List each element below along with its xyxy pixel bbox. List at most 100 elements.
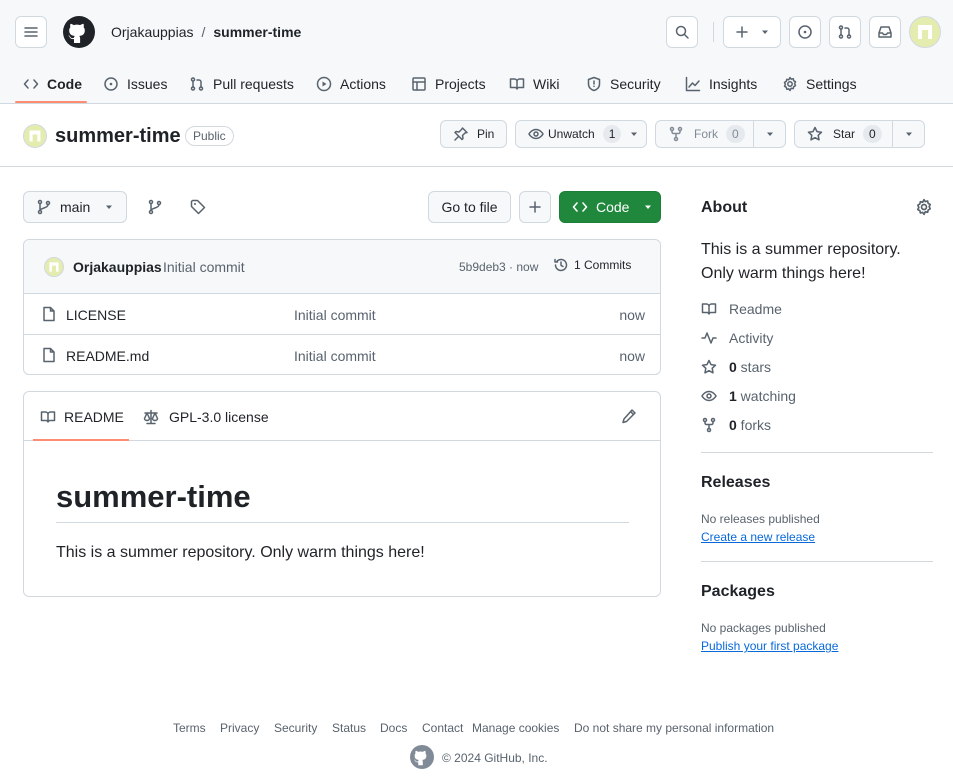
issue-icon — [798, 25, 812, 39]
footer-link-contact[interactable]: Contact — [422, 721, 463, 735]
edit-about-button[interactable] — [915, 198, 935, 218]
app-header: Orjakauppias / summer-time Code Issues P… — [0, 0, 953, 104]
triangle-down-icon — [645, 205, 652, 209]
header-divider — [713, 22, 714, 42]
breadcrumb-repo[interactable]: summer-time — [213, 24, 301, 40]
user-avatar[interactable] — [909, 16, 941, 48]
pin-icon — [454, 127, 468, 141]
graph-icon — [685, 76, 701, 92]
file-name[interactable]: LICENSE — [66, 307, 126, 323]
footer-link-status[interactable]: Status — [332, 721, 366, 735]
repo-owner-avatar[interactable] — [23, 124, 47, 148]
commit-hash-time[interactable]: 5b9deb3 · now — [459, 260, 538, 274]
activity-link[interactable]: Activity — [701, 330, 773, 346]
create-new-button[interactable] — [723, 16, 781, 48]
add-file-button[interactable] — [519, 191, 551, 223]
star-button[interactable]: Star 0 — [795, 121, 893, 147]
repo-forked-icon — [702, 417, 716, 433]
edit-readme-button[interactable] — [621, 408, 639, 426]
footer-link-docs[interactable]: Docs — [380, 721, 407, 735]
tab-actions-label: Actions — [340, 76, 386, 92]
tab-license[interactable]: GPL-3.0 license — [143, 409, 269, 425]
inbox-button[interactable] — [869, 16, 901, 48]
releases-heading[interactable]: Releases — [701, 474, 770, 492]
star-icon — [807, 126, 823, 141]
identicon-icon — [918, 25, 932, 39]
triangle-down-icon — [762, 30, 768, 34]
stars-count: 0 — [729, 359, 737, 375]
branches-link[interactable] — [143, 195, 167, 219]
github-logo[interactable] — [63, 16, 95, 48]
footer-link-do-not-share[interactable]: Do not share my personal information — [574, 721, 774, 735]
star-dropdown[interactable] — [893, 129, 924, 139]
search-icon — [675, 25, 689, 39]
star-button-group: Star 0 — [794, 120, 925, 148]
footer-link-privacy[interactable]: Privacy — [220, 721, 259, 735]
packages-note: No packages published — [701, 621, 826, 635]
pull-requests-shortcut-button[interactable] — [829, 16, 861, 48]
tab-security[interactable]: Security — [586, 64, 661, 104]
tab-pull-requests[interactable]: Pull requests — [189, 64, 294, 104]
watching-count: 1 — [729, 388, 737, 404]
go-to-file-button[interactable]: Go to file — [428, 191, 511, 223]
commit-author[interactable]: Orjakauppias — [73, 259, 162, 275]
pencil-icon — [622, 409, 636, 424]
file-commit-message[interactable]: Initial commit — [294, 348, 376, 364]
readme-tab-underline — [33, 439, 129, 441]
tab-wiki-label: Wiki — [533, 76, 560, 92]
footer-link-terms[interactable]: Terms — [173, 721, 206, 735]
gear-icon — [783, 76, 797, 92]
footer-link-security[interactable]: Security — [274, 721, 317, 735]
fork-dropdown[interactable] — [754, 129, 785, 139]
repo-title[interactable]: summer-time — [55, 125, 181, 148]
tab-license-label: GPL-3.0 license — [169, 409, 269, 425]
footer-github-logo[interactable] — [410, 745, 434, 769]
commits-link[interactable]: 1 Commits — [553, 257, 631, 273]
commit-message[interactable]: Initial commit — [163, 259, 245, 275]
tab-insights[interactable]: Insights — [685, 64, 757, 104]
tags-link[interactable] — [186, 195, 210, 219]
commit-author-avatar[interactable] — [44, 257, 64, 277]
breadcrumb-owner[interactable]: Orjakauppias — [111, 24, 194, 40]
packages-heading[interactable]: Packages — [701, 583, 775, 601]
branch-selector[interactable]: main — [23, 191, 127, 223]
forks-link[interactable]: 0 forks — [701, 417, 771, 433]
file-name[interactable]: README.md — [66, 348, 149, 364]
footer-link-manage-cookies[interactable]: Manage cookies — [472, 721, 559, 735]
file-icon — [43, 347, 55, 363]
pin-button[interactable]: Pin — [440, 120, 507, 148]
tab-wiki[interactable]: Wiki — [509, 64, 559, 104]
star-icon — [701, 359, 717, 374]
file-row[interactable]: LICENSE Initial commit now — [24, 293, 661, 334]
menu-button[interactable] — [15, 16, 47, 48]
pull-request-icon — [838, 25, 852, 39]
identicon-icon — [49, 262, 59, 272]
book-icon — [40, 411, 56, 423]
tab-settings[interactable]: Settings — [782, 64, 857, 104]
fork-button-group: Fork 0 — [655, 120, 786, 148]
tab-issues[interactable]: Issues — [103, 64, 167, 104]
file-row[interactable]: README.md Initial commit now — [24, 334, 661, 375]
law-icon — [143, 409, 159, 425]
search-button[interactable] — [666, 16, 698, 48]
pulse-icon — [701, 332, 717, 344]
stars-link[interactable]: 0 stars — [701, 359, 771, 375]
tab-projects[interactable]: Projects — [411, 64, 486, 104]
create-release-link[interactable]: Create a new release — [701, 530, 815, 544]
tab-code[interactable]: Code — [23, 64, 82, 104]
book-icon — [509, 78, 525, 90]
readme-link[interactable]: Readme — [701, 301, 782, 317]
issues-shortcut-button[interactable] — [789, 16, 821, 48]
file-commit-message[interactable]: Initial commit — [294, 307, 376, 323]
watchers-link[interactable]: 1 watching — [701, 388, 796, 404]
readme-panel: README GPL-3.0 license summer-time This … — [23, 391, 661, 597]
tab-issues-label: Issues — [127, 76, 168, 92]
fork-button[interactable]: Fork 0 — [656, 121, 754, 147]
publish-package-link[interactable]: Publish your first package — [701, 639, 838, 653]
file-time: now — [619, 307, 645, 323]
tab-readme-label: README — [64, 409, 124, 425]
tab-readme[interactable]: README — [40, 409, 124, 425]
code-dropdown-button[interactable]: Code — [559, 191, 661, 223]
tab-actions[interactable]: Actions — [316, 64, 386, 104]
unwatch-button[interactable]: Unwatch 1 — [515, 120, 647, 148]
